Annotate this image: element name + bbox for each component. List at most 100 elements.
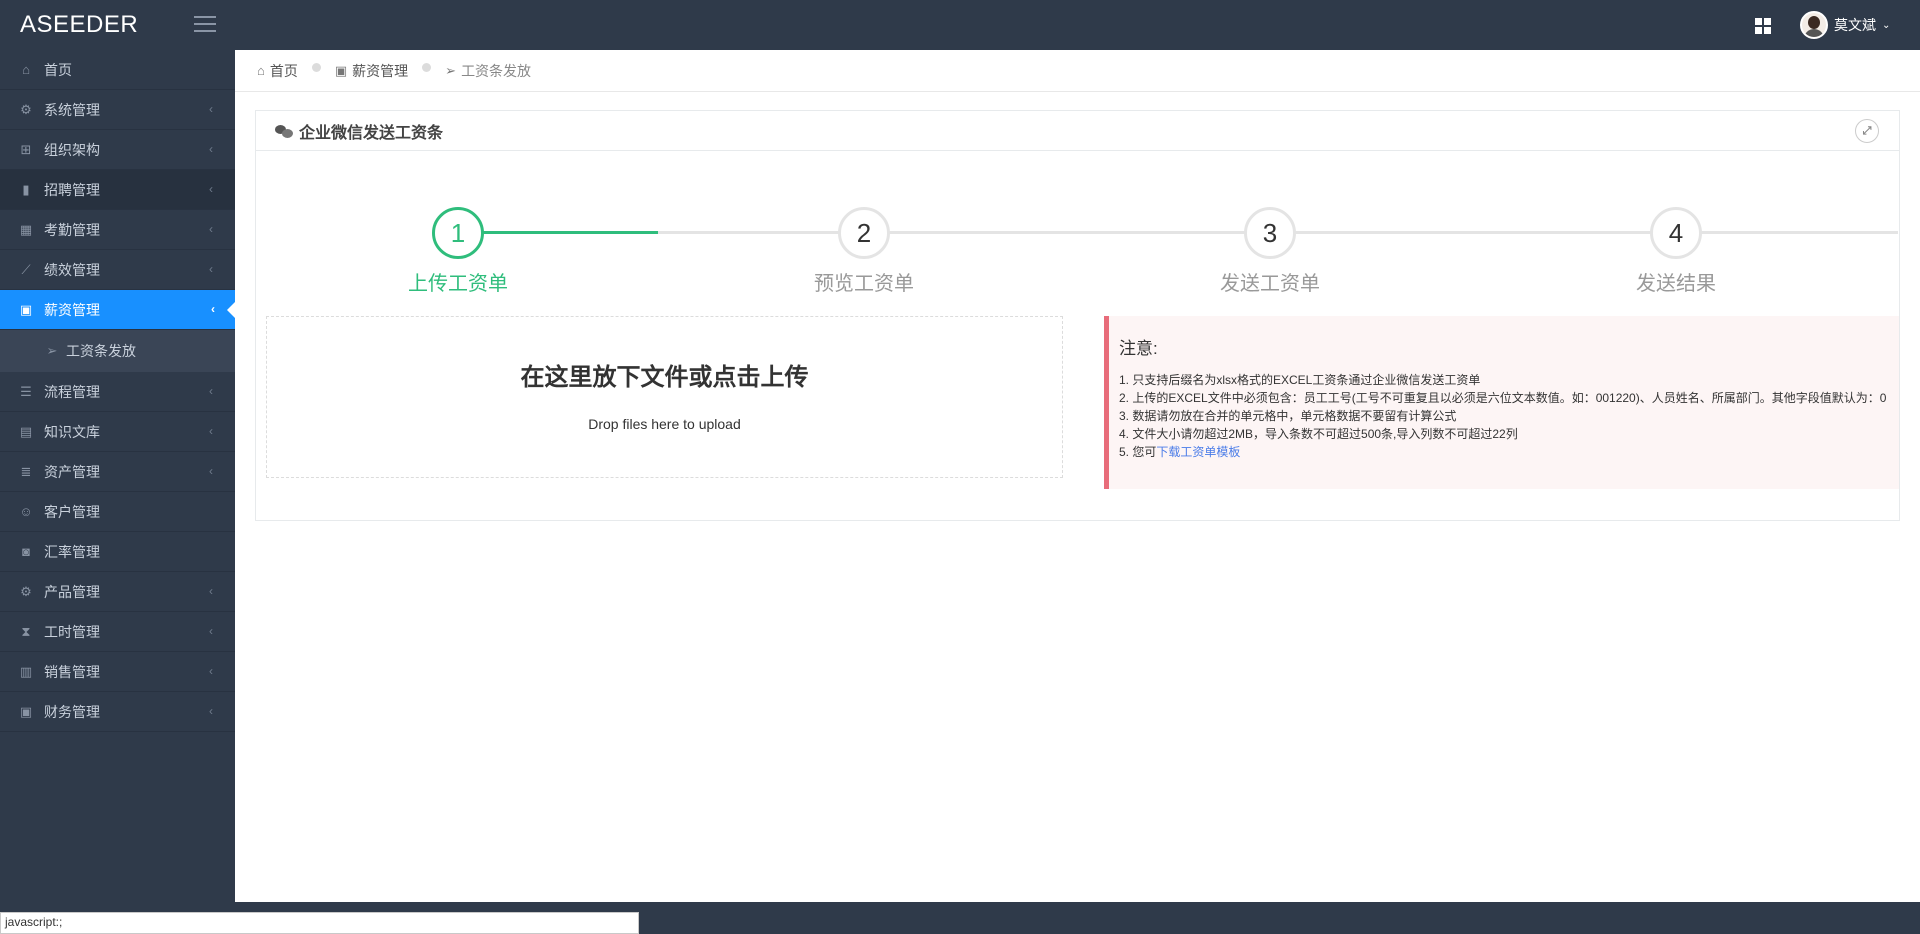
breadcrumb-section-label: 薪资管理 bbox=[352, 62, 409, 79]
chevron-left-icon: ‹ bbox=[209, 584, 213, 598]
chevron-left-icon: ‹ bbox=[209, 102, 213, 116]
chevron-left-icon: ‹ bbox=[209, 424, 213, 438]
money-bill-icon: ▣ bbox=[19, 703, 33, 719]
paper-plane-icon: ➢ bbox=[445, 62, 457, 78]
step-2-label: 预览工资单 bbox=[814, 273, 914, 295]
line-chart-icon: ⟋ bbox=[21, 261, 31, 277]
chevron-down-icon: ⌄ bbox=[1882, 19, 1891, 31]
panel-title: 企业微信发送工资条 bbox=[299, 124, 444, 142]
expand-icon[interactable]: ⤢ bbox=[1855, 119, 1879, 143]
dropzone-title: 在这里放下文件或点击上传 bbox=[520, 364, 809, 391]
chevron-left-icon: ‹ bbox=[209, 142, 213, 156]
home-icon: ⌂ bbox=[22, 62, 30, 77]
paper-plane-icon: ➢ bbox=[46, 343, 58, 358]
sidebar-item[interactable]: ▮ 招聘管理 ‹ bbox=[0, 170, 235, 210]
sidebar-item[interactable]: ⟋ 绩效管理 ‹ bbox=[0, 250, 235, 290]
breadcrumb-separator bbox=[311, 63, 321, 72]
step-3-circle[interactable]: 3 bbox=[1244, 207, 1296, 259]
sidebar-item-label: 考勤管理 bbox=[44, 221, 100, 238]
user-icon: ☺ bbox=[19, 504, 33, 519]
sidebar-item[interactable]: ☺ 客户管理 bbox=[0, 492, 235, 532]
payslip-panel: 企业微信发送工资条 ⤢ 1 2 3 4 上传工资单 预览工资单 发送工资单 发送… bbox=[255, 110, 1900, 521]
browser-status-bar: javascript:; bbox=[0, 912, 639, 934]
sidebar-item[interactable]: ≣ 资产管理 ‹ bbox=[0, 452, 235, 492]
avatar bbox=[1800, 11, 1828, 39]
notice-line: 5. 您可下载工资单模板 bbox=[1119, 443, 1889, 461]
sidebar-item-label: 绩效管理 bbox=[44, 261, 100, 278]
sidebar-item-label: 薪资管理 bbox=[44, 301, 100, 318]
sidebar-item[interactable]: ▦ 考勤管理 ‹ bbox=[0, 210, 235, 250]
sidebar-item[interactable]: ▤ 知识文库 ‹ bbox=[0, 412, 235, 452]
step-1-label: 上传工资单 bbox=[408, 273, 508, 295]
sidebar: ⌂ 首页 ⚙ 系统管理 ‹ ⊞ 组织架构 ‹ ▮ 招聘管理 ‹ ▦ 考勤管理 ‹ ⟋ 绩效管理 ‹ ▣ 薪资管理 ‹ ➢… bbox=[0, 50, 235, 902]
sidebar-item-label: 首页 bbox=[44, 61, 72, 78]
step-2-circle[interactable]: 2 bbox=[838, 207, 890, 259]
notice-box: 注意: 1. 只支持后缀名为xlsx格式的EXCEL工资条通过企业微信发送工资单… bbox=[1104, 316, 1899, 489]
sidebar-item-label: 组织架构 bbox=[44, 141, 100, 158]
sliders-icon: ☰ bbox=[20, 383, 32, 399]
hourglass-icon: ⧗ bbox=[21, 623, 31, 639]
user-name: 莫文斌 bbox=[1834, 17, 1876, 33]
database-icon: ≣ bbox=[20, 463, 32, 479]
sidebar-subitem-payslip[interactable]: ➢ 工资条发放 bbox=[0, 330, 235, 372]
lock-icon: ◙ bbox=[22, 544, 30, 559]
step-4-circle[interactable]: 4 bbox=[1650, 207, 1702, 259]
dropzone-subtitle: Drop files here to upload bbox=[588, 416, 741, 432]
sidebar-subitem-label: 工资条发放 bbox=[66, 343, 136, 359]
step-4-label: 发送结果 bbox=[1636, 273, 1716, 295]
notice-line: 3. 数据请勿放在合并的单元格中，单元格数据不要留有计算公式 bbox=[1119, 409, 1457, 423]
sidebar-item-label: 汇率管理 bbox=[44, 543, 100, 560]
panel-header: 企业微信发送工资条 ⤢ bbox=[256, 111, 1899, 151]
wizard-steps: 1 2 3 4 上传工资单 预览工资单 发送工资单 发送结果 bbox=[256, 151, 1899, 301]
sidebar-item-label: 系统管理 bbox=[44, 101, 100, 118]
sidebar-item[interactable]: ⚙ 产品管理 ‹ bbox=[0, 572, 235, 612]
breadcrumb-section[interactable]: ▣ 薪资管理 bbox=[335, 61, 408, 81]
sidebar-item[interactable]: ⊞ 组织架构 ‹ bbox=[0, 130, 235, 170]
file-dropzone[interactable]: 在这里放下文件或点击上传 Drop files here to upload bbox=[266, 316, 1063, 478]
money-icon: ▣ bbox=[334, 62, 348, 78]
book-icon: ▤ bbox=[19, 423, 33, 439]
breadcrumb-home-label: 首页 bbox=[269, 62, 298, 79]
main-content: ⌂ 首页 ▣ 薪资管理 ➢ 工资条发放 企业微信发送工资条 ⤢ 1 2 3 4 … bbox=[235, 50, 1920, 902]
step-3-label: 发送工资单 bbox=[1220, 273, 1320, 295]
chevron-left-icon: ‹ bbox=[209, 262, 213, 276]
sidebar-item[interactable]: ☰ 流程管理 ‹ bbox=[0, 372, 235, 412]
breadcrumb-separator bbox=[422, 63, 432, 72]
sidebar-item-label: 工时管理 bbox=[44, 623, 100, 640]
menu-toggle-icon[interactable] bbox=[194, 16, 216, 32]
user-menu[interactable]: 莫文斌 ⌄ bbox=[1800, 11, 1890, 39]
grid-apps-icon[interactable] bbox=[1755, 18, 1773, 36]
step-progress-line bbox=[458, 231, 658, 234]
bar-chart-icon: ▥ bbox=[19, 663, 33, 679]
chevron-left-icon: ‹ bbox=[209, 464, 213, 478]
sidebar-item[interactable]: ⚙ 系统管理 ‹ bbox=[0, 90, 235, 130]
money-icon: ▣ bbox=[19, 301, 33, 317]
download-template-link[interactable]: 下载工资单模板 bbox=[1156, 445, 1240, 459]
sitemap-icon: ⊞ bbox=[20, 141, 32, 157]
chevron-left-icon: ‹ bbox=[209, 664, 213, 678]
sidebar-item[interactable]: ▣ 薪资管理 ‹ bbox=[0, 290, 235, 330]
app-logo[interactable]: ASEEDER bbox=[20, 11, 138, 39]
chevron-left-icon: ‹ bbox=[211, 302, 215, 316]
sidebar-item[interactable]: ⌂ 首页 bbox=[0, 50, 235, 90]
step-1-circle[interactable]: 1 bbox=[432, 207, 484, 259]
chevron-left-icon: ‹ bbox=[209, 222, 213, 236]
breadcrumb-home[interactable]: ⌂ 首页 bbox=[257, 61, 298, 81]
gear-icon: ⚙ bbox=[20, 101, 32, 117]
chevron-left-icon: ‹ bbox=[209, 384, 213, 398]
sidebar-item[interactable]: ◙ 汇率管理 bbox=[0, 532, 235, 572]
notice-line: 2. 上传的EXCEL文件中必须包含：员工工号(工号不可重复且以必须是六位文本数… bbox=[1119, 391, 1887, 405]
sidebar-item-label: 财务管理 bbox=[44, 703, 100, 720]
sidebar-item[interactable]: ▥ 销售管理 ‹ bbox=[0, 652, 235, 692]
cogs-icon: ⚙ bbox=[20, 583, 32, 599]
sidebar-item[interactable]: ▣ 财务管理 ‹ bbox=[0, 692, 235, 732]
id-card-icon: ▮ bbox=[22, 181, 30, 197]
chevron-left-icon: ‹ bbox=[209, 182, 213, 196]
sidebar-item-label: 资产管理 bbox=[44, 463, 100, 480]
chevron-left-icon: ‹ bbox=[209, 704, 213, 718]
sidebar-item-label: 知识文库 bbox=[44, 423, 100, 440]
sidebar-item-label: 招聘管理 bbox=[44, 181, 100, 198]
sidebar-item-label: 流程管理 bbox=[44, 383, 100, 400]
breadcrumb: ⌂ 首页 ▣ 薪资管理 ➢ 工资条发放 bbox=[235, 50, 1920, 92]
sidebar-item[interactable]: ⧗ 工时管理 ‹ bbox=[0, 612, 235, 652]
